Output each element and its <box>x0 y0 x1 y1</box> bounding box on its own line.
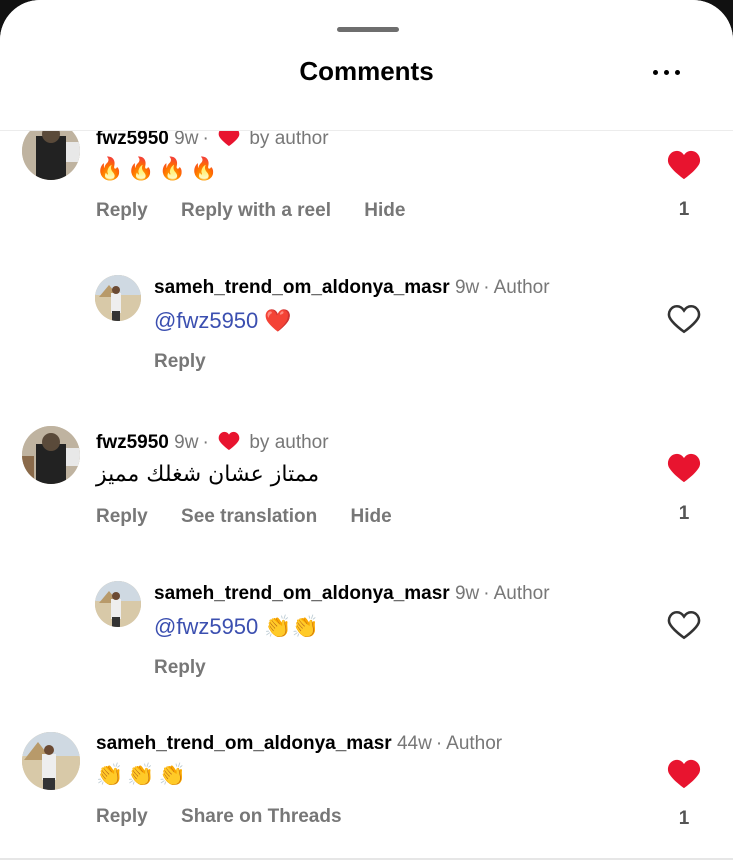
comment-time: 9w <box>454 583 480 604</box>
drag-handle[interactable] <box>337 27 399 32</box>
reply-actions: Reply <box>154 657 234 679</box>
reply-meta: sameh_trend_om_aldonya_masr 9w · Author <box>154 277 550 298</box>
comment-actions: Reply See translation Hide <box>96 506 420 528</box>
heart-outline-icon[interactable] <box>667 608 701 642</box>
author-badge: Author <box>493 583 550 604</box>
sheet-header: Comments <box>0 0 733 131</box>
reply-button[interactable]: Reply <box>96 200 148 221</box>
avatar[interactable] <box>22 732 80 790</box>
like-count: 1 <box>678 503 690 524</box>
comment-time: 9w <box>174 432 199 453</box>
heart-filled-icon[interactable] <box>667 451 701 485</box>
reply-text: @fwz5950 👏👏 <box>154 614 319 640</box>
comment-actions: Reply Share on Threads <box>96 806 370 828</box>
more-horizontal-icon[interactable] <box>648 64 684 80</box>
heart-filled-icon[interactable] <box>667 757 701 791</box>
comment-username[interactable]: sameh_trend_om_aldonya_masr <box>154 583 450 604</box>
like-count: 1 <box>678 199 690 220</box>
divider <box>0 858 733 860</box>
avatar[interactable] <box>22 426 80 484</box>
hide-button[interactable]: Hide <box>364 200 405 221</box>
reply-text: @fwz5950 ❤️ <box>154 308 292 334</box>
reply-button[interactable]: Reply <box>154 351 206 372</box>
avatar[interactable] <box>95 275 141 321</box>
like-count: 1 <box>678 808 690 829</box>
comment-username[interactable]: fwz5950 <box>96 128 169 149</box>
author-badge: Author <box>446 733 503 754</box>
share-on-threads-button[interactable]: Share on Threads <box>181 806 342 827</box>
reply-button[interactable]: Reply <box>96 506 148 527</box>
liked-by-author-label: by author <box>249 128 329 149</box>
comment-time: 9w <box>454 277 480 298</box>
comment-username[interactable]: fwz5950 <box>96 432 169 453</box>
heart-outline-icon[interactable] <box>667 302 701 336</box>
comment-meta: fwz5950 9w · by author <box>96 431 329 453</box>
hide-button[interactable]: Hide <box>351 506 392 527</box>
comments-sheet: fwz5950 9w · by author 🔥🔥🔥🔥 Reply Reply w… <box>0 0 733 867</box>
reply-actions: Reply <box>154 351 234 373</box>
heart-filled-icon <box>218 431 240 451</box>
comment-text: ممتاز عشان شغلك مميز <box>96 462 320 487</box>
mention-link[interactable]: @fwz5950 <box>154 308 258 333</box>
reply-with-reel-button[interactable]: Reply with a reel <box>181 200 331 221</box>
comment-text: 🔥🔥🔥🔥 <box>96 156 222 181</box>
reply-emoji: 👏👏 <box>264 614 320 639</box>
mention-link[interactable]: @fwz5950 <box>154 614 258 639</box>
heart-filled-icon[interactable] <box>667 148 701 182</box>
comment-time: 9w <box>174 128 199 149</box>
comment-meta: sameh_trend_om_aldonya_masr 44w · Author <box>96 733 503 754</box>
comment-text: 👏👏👏 <box>96 762 191 787</box>
see-translation-button[interactable]: See translation <box>181 506 317 527</box>
comment-time: 44w <box>396 733 432 754</box>
reply-meta: sameh_trend_om_aldonya_masr 9w · Author <box>154 583 550 604</box>
comment-username[interactable]: sameh_trend_om_aldonya_masr <box>96 733 392 754</box>
comment-actions: Reply Reply with a reel Hide <box>96 200 433 222</box>
comment-username[interactable]: sameh_trend_om_aldonya_masr <box>154 277 450 298</box>
author-badge: Author <box>493 277 550 298</box>
page-title: Comments <box>299 56 434 86</box>
liked-by-author-label: by author <box>249 432 329 453</box>
avatar[interactable] <box>95 581 141 627</box>
reply-button[interactable]: Reply <box>154 657 206 678</box>
reply-emoji: ❤️ <box>264 308 292 333</box>
reply-button[interactable]: Reply <box>96 806 148 827</box>
